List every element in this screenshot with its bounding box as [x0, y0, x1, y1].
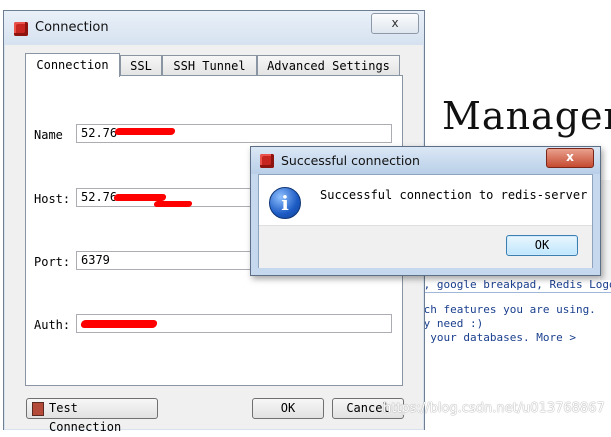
connection-titlebar[interactable]: Connection x	[4, 11, 424, 45]
tab-connection[interactable]: Connection	[25, 53, 120, 77]
background-panel-edge	[600, 180, 611, 280]
tab-ssh-tunnel[interactable]: SSH Tunnel	[162, 55, 257, 75]
dialog-close-button[interactable]: x	[546, 148, 594, 168]
watermark-text: https://blog.csdn.net/u013768867	[383, 401, 605, 416]
dialog-ok-button[interactable]: OK	[506, 235, 578, 256]
window-title: Connection	[35, 20, 109, 35]
tab-advanced-settings[interactable]: Advanced Settings	[257, 55, 400, 75]
info-icon: i	[269, 187, 301, 219]
test-connection-button[interactable]: Test Connection	[26, 398, 158, 434]
success-dialog: Successful connection x i Successful con…	[250, 146, 601, 276]
dialog-title: Successful connection	[281, 153, 420, 168]
background-text-line: ly need :)	[417, 317, 484, 330]
ok-button[interactable]: OK	[252, 398, 324, 419]
redaction-mark	[114, 128, 176, 135]
name-label: Name	[34, 128, 63, 142]
background-heading: Manager	[442, 94, 611, 138]
background-separator	[415, 292, 611, 293]
background-text-line: e, google breakpad, Redis Logo a	[417, 278, 611, 291]
host-label: Host:	[34, 192, 71, 206]
redis-app-icon	[14, 22, 28, 36]
redaction-mark	[113, 194, 167, 201]
redis-app-icon	[260, 154, 274, 168]
redaction-mark	[153, 201, 193, 207]
redaction-mark	[80, 320, 158, 328]
auth-label: Auth:	[34, 318, 71, 332]
background-text-line: ich features you are using.	[417, 303, 596, 316]
dialog-titlebar[interactable]: Successful connection x	[251, 147, 600, 174]
port-label: Port:	[34, 255, 71, 269]
close-button[interactable]: x	[371, 13, 419, 34]
background-more-link[interactable]: m your databases. More >	[417, 331, 576, 344]
tab-ssl[interactable]: SSL	[120, 55, 162, 75]
connection-test-icon	[32, 402, 44, 416]
dialog-message: Successful connection to redis-server	[320, 188, 588, 202]
